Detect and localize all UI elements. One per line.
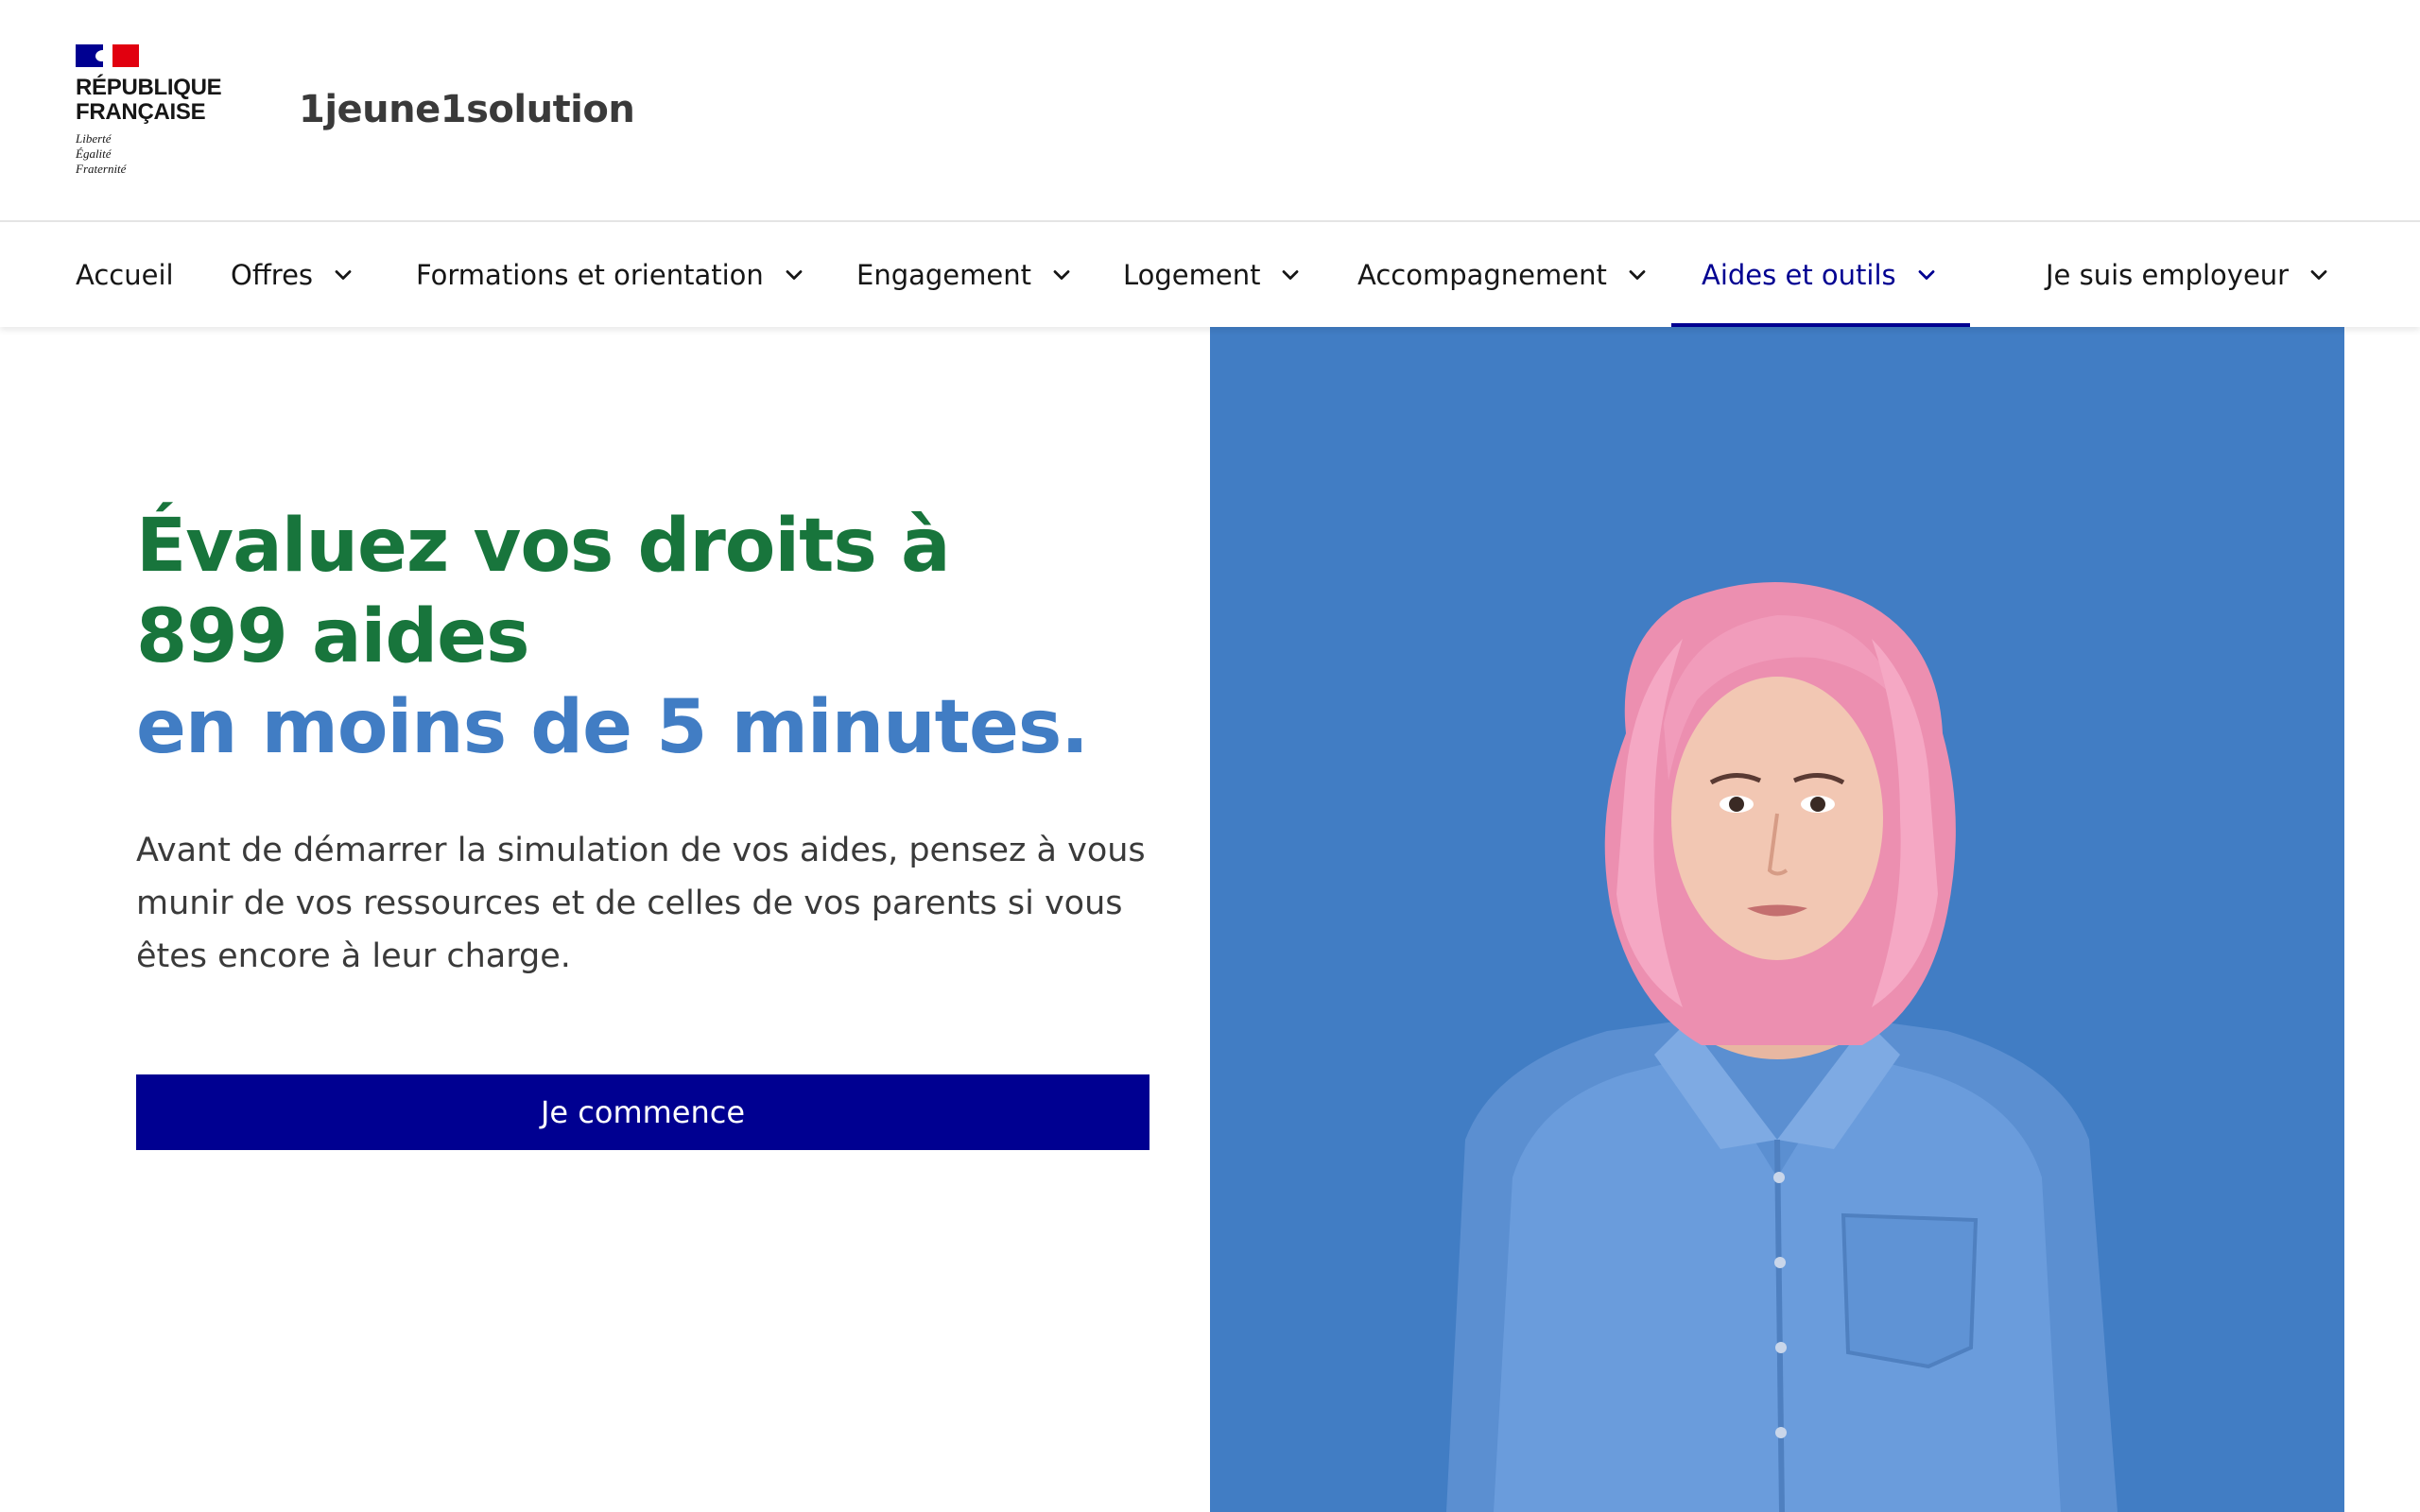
hero-title-line2: 899 aides: [136, 592, 530, 696]
nav-item-accompagnement[interactable]: Accompagnement: [1357, 222, 1651, 327]
chevron-down-icon: [1283, 269, 1299, 280]
french-flag-icon: [76, 44, 139, 67]
nav-item-aides-et-outils[interactable]: Aides et outils: [1671, 222, 1970, 327]
hero-title-line3: en moins de 5 minutes.: [136, 685, 1089, 770]
nav-item-logement[interactable]: Logement: [1123, 222, 1304, 327]
nav-label: Engagement: [856, 258, 1031, 291]
hero-image: [1210, 327, 2344, 1512]
republique-francaise-logo[interactable]: RÉPUBLIQUE FRANÇAISE Liberté Égalité Fra…: [76, 44, 227, 186]
chevron-down-icon: [2310, 269, 2327, 280]
logo-name: RÉPUBLIQUE FRANÇAISE: [76, 75, 222, 125]
nav-label: Accueil: [76, 258, 174, 291]
hero-title-line1: Évaluez vos droits à: [136, 501, 951, 605]
hero-description: Avant de démarrer la simulation de vos a…: [136, 832, 1146, 975]
chevron-down-icon: [1918, 269, 1935, 280]
nav-item-engagement[interactable]: Engagement: [856, 222, 1075, 327]
chevron-down-icon: [335, 269, 352, 280]
nav-item-offres[interactable]: Offres: [231, 222, 356, 327]
nav-item-formations[interactable]: Formations et orientation: [416, 222, 807, 327]
site-header: RÉPUBLIQUE FRANÇAISE Liberté Égalité Fra…: [0, 0, 2420, 222]
nav-label: Je suis employeur: [2046, 258, 2290, 291]
main-nav: Accueil Offres Formations et orientation…: [0, 222, 2420, 327]
start-simulation-button[interactable]: Je commence: [136, 1074, 1150, 1150]
nav-label: Accompagnement: [1357, 258, 1607, 291]
chevron-down-icon: [1053, 269, 1070, 280]
nav-label: Offres: [231, 258, 314, 291]
nav-label: Aides et outils: [1702, 258, 1896, 291]
portrait-photo-icon: [1210, 327, 2344, 1512]
logo-motto: Liberté Égalité Fraternité: [76, 131, 127, 176]
chevron-down-icon: [786, 269, 803, 280]
hero-title: Évaluez vos droits à 899 aides en moins …: [136, 501, 1089, 773]
nav-item-accueil[interactable]: Accueil: [76, 222, 174, 327]
chevron-down-icon: [1629, 269, 1646, 280]
nav-label: Formations et orientation: [416, 258, 764, 291]
nav-item-employeur[interactable]: Je suis employeur: [2046, 222, 2332, 327]
site-title[interactable]: 1jeune1solution: [299, 83, 635, 136]
nav-label: Logement: [1123, 258, 1261, 291]
